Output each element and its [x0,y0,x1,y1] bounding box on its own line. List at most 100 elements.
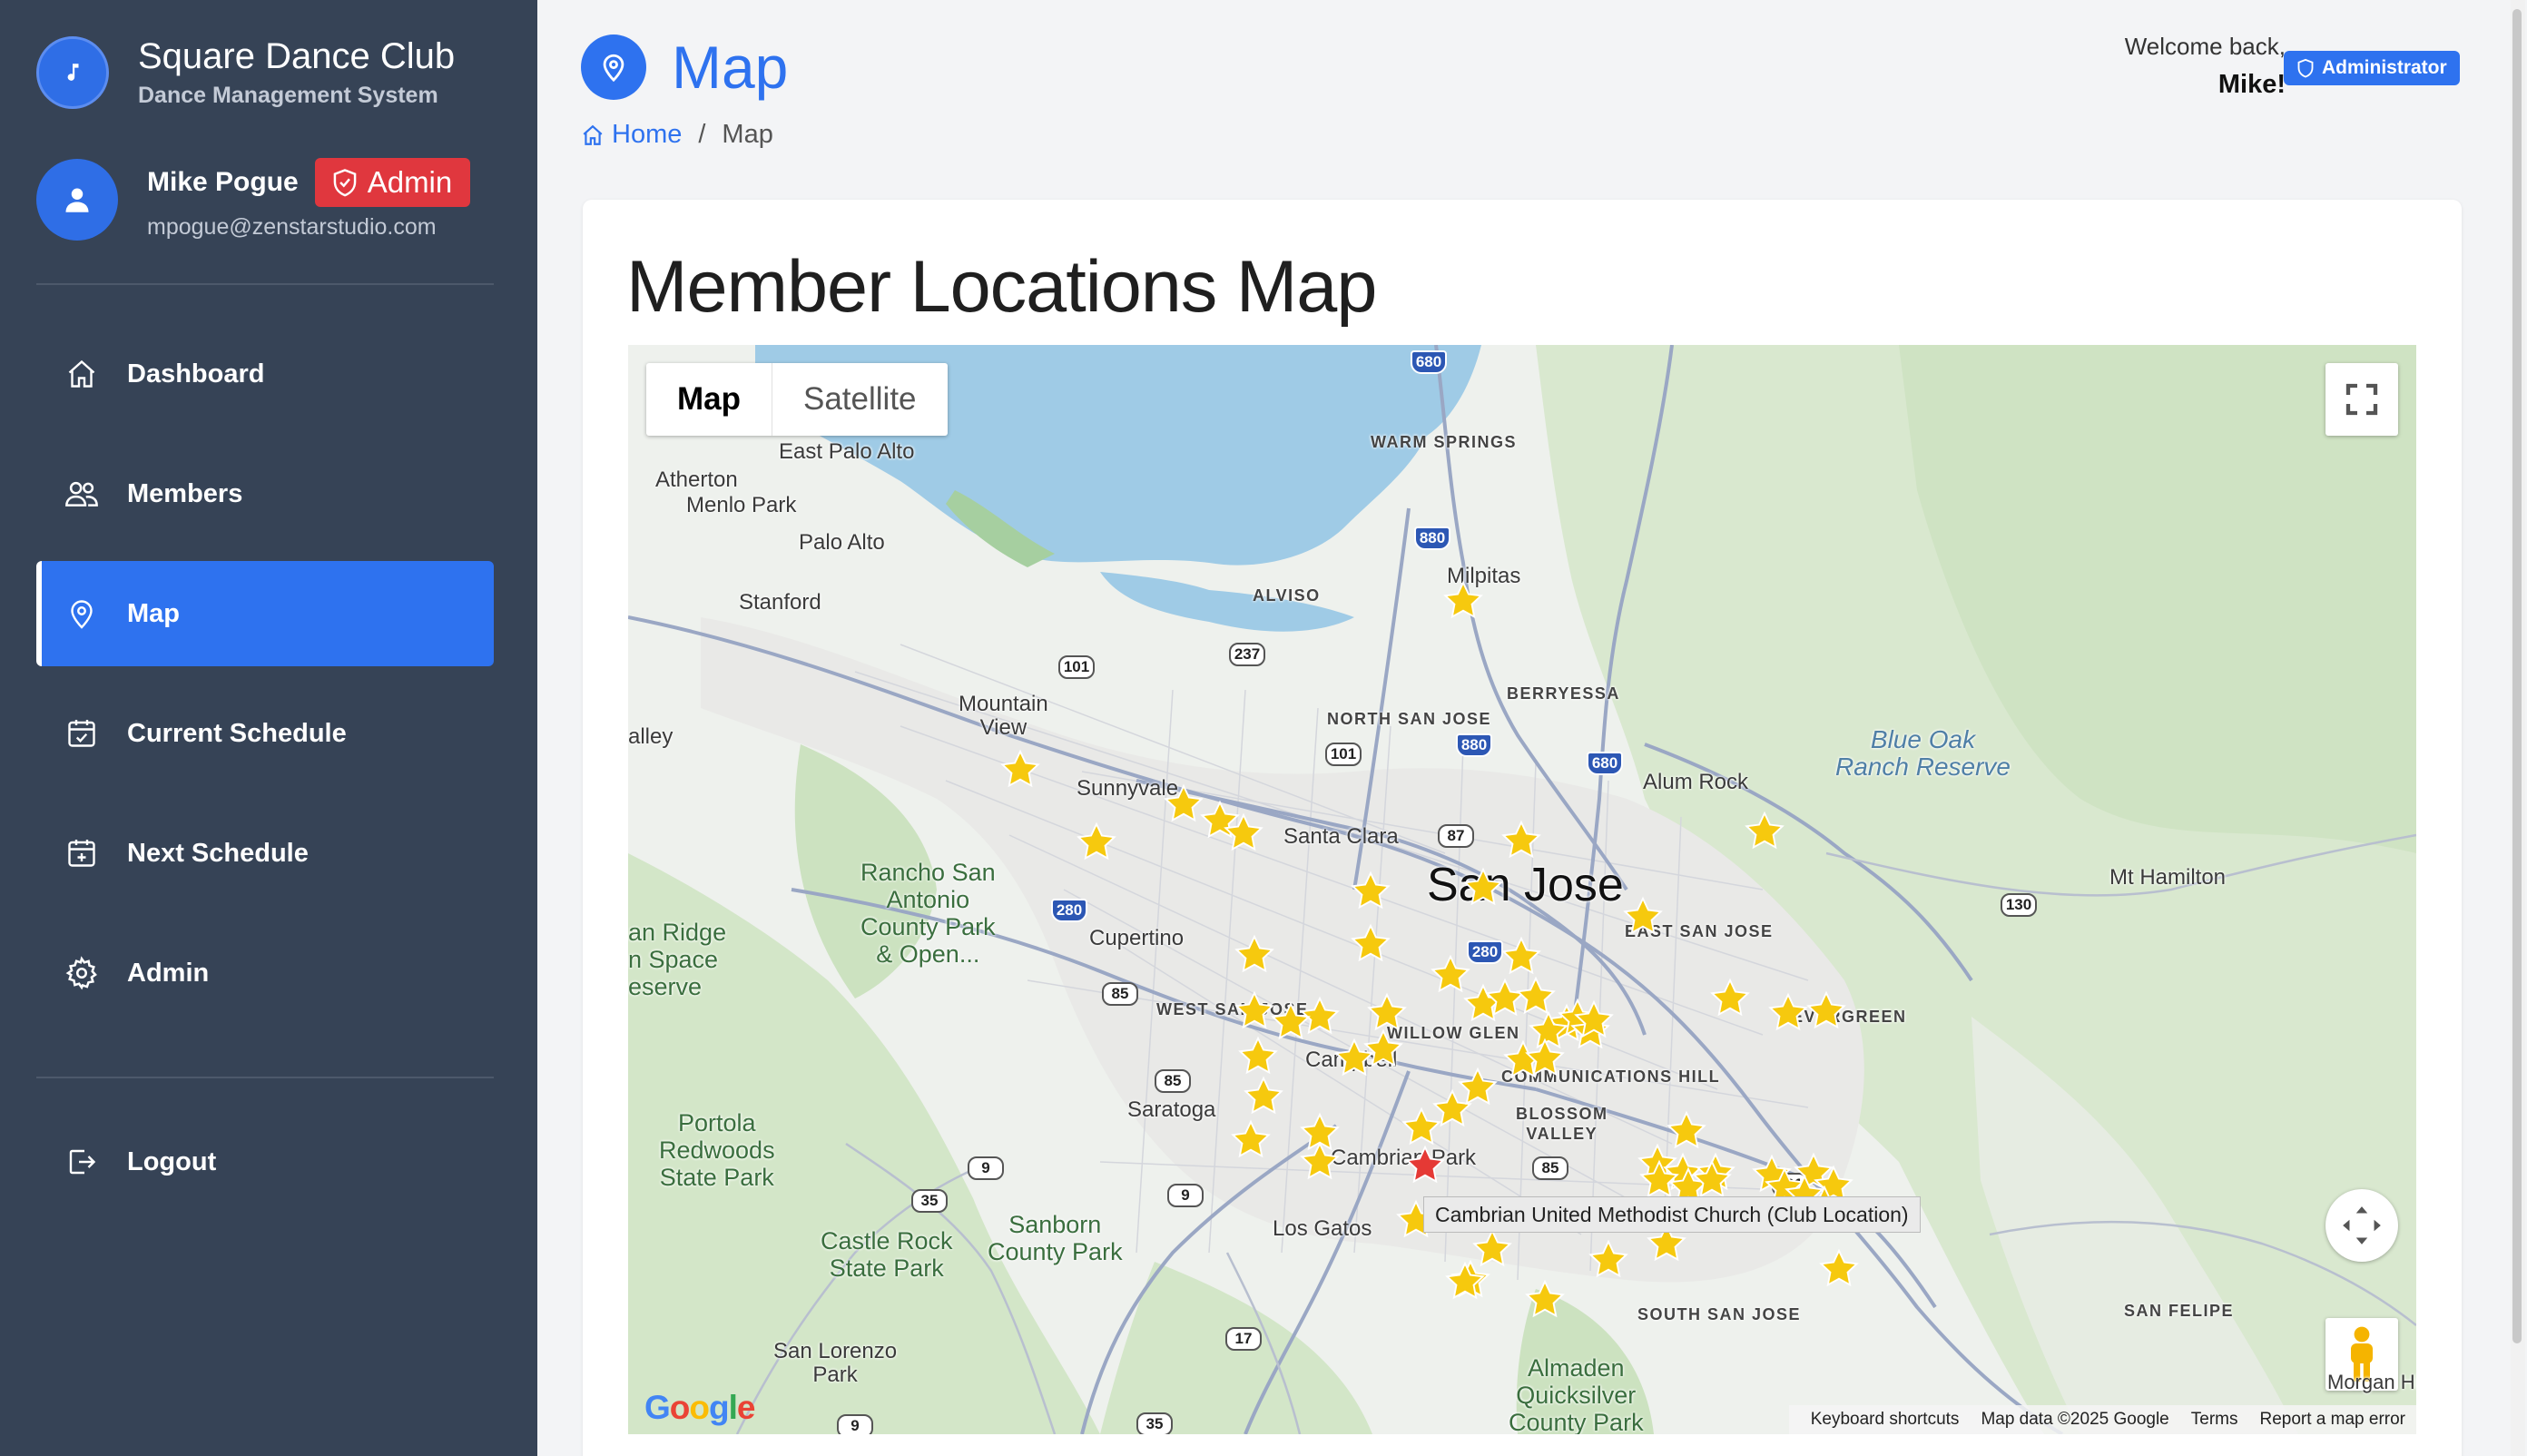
highway-shield: 85 [1155,1069,1191,1093]
member-star-marker[interactable] [1444,1261,1486,1303]
highway-shield: 130 [2001,893,2037,917]
member-star-marker[interactable] [1457,1067,1499,1108]
keyboard-shortcuts-link[interactable]: Keyboard shortcuts [1811,1410,1960,1430]
user-name: Mike Pogue [147,167,299,197]
sidebar: Square Dance Club Dance Management Syste… [0,0,537,1456]
member-star-marker[interactable] [1243,1076,1284,1117]
pan-arrows-icon [2343,1206,2381,1244]
map-data-label: Map data ©2025 Google [1981,1410,2169,1429]
member-locations-map[interactable]: Map Satellite WARM SPRINGS East Palo Alt… [628,345,2416,1434]
breadcrumb-home-link[interactable]: Home [581,120,682,150]
brand-title: Square Dance Club [138,36,456,76]
member-star-marker[interactable] [1076,821,1117,863]
place-label: East Palo Alto [779,439,915,464]
member-star-marker[interactable] [1805,990,1847,1032]
member-star-marker[interactable] [1818,1248,1860,1290]
user-profile: Mike Pogue Admin mpogue@zenstarstudio.co… [36,158,471,241]
administrator-badge: Administrator [2284,51,2460,85]
place-label: Castle Rock State Park [821,1227,953,1282]
member-star-marker[interactable] [1237,1036,1279,1077]
breadcrumb: Home / Map [581,120,773,150]
sidebar-item-label: Next Schedule [127,838,309,868]
home-icon [583,124,603,145]
sidebar-nav: Dashboard Members Map Current Schedule N… [36,321,494,1040]
report-map-error-link[interactable]: Report a map error [2259,1410,2405,1430]
camera-control-button[interactable] [2325,1189,2398,1262]
highway-shield: 101 [1058,655,1095,679]
member-star-marker[interactable] [1234,934,1275,976]
map-type-map-button[interactable]: Map [646,363,772,436]
user-avatar-icon [36,158,118,241]
calendar-plus-icon [64,835,100,871]
member-star-marker[interactable] [1462,867,1504,909]
scrollbar-thumb[interactable] [2512,9,2522,1343]
member-star-marker[interactable] [1588,1239,1629,1281]
highway-shield: 280 [1467,940,1503,964]
member-star-marker[interactable] [1638,1159,1680,1201]
place-label: Cupertino [1089,926,1185,950]
member-star-marker[interactable] [1709,978,1751,1019]
member-star-marker[interactable] [1299,1141,1341,1183]
member-star-marker[interactable] [1622,896,1664,938]
sidebar-item-label: Map [127,598,180,628]
google-logo: Google [644,1389,755,1426]
place-label: Rancho San Antonio County Park & Open... [860,859,996,968]
member-star-marker[interactable] [1500,820,1542,861]
sidebar-item-members[interactable]: Members [36,441,494,546]
member-star-marker[interactable] [1767,992,1809,1034]
member-star-marker[interactable] [1691,1159,1733,1201]
member-star-marker[interactable] [1573,999,1615,1041]
sidebar-item-current-schedule[interactable]: Current Schedule [36,681,494,786]
place-label: Sanborn County Park [988,1211,1123,1265]
member-star-marker[interactable] [1350,923,1391,965]
breadcrumb-home-label: Home [612,120,683,149]
member-star-marker[interactable] [1442,580,1484,622]
place-label: SOUTH SAN JOSE [1637,1305,1802,1323]
music-note-icon [36,36,109,109]
place-label: Saratoga [1127,1097,1216,1122]
page-scrollbar[interactable] [2511,0,2525,1456]
place-label: Mountain View [959,692,1048,740]
gear-icon [64,955,100,991]
place-label: BERRYESSA [1507,684,1620,703]
shield-icon [333,169,357,197]
sidebar-item-map[interactable]: Map [36,561,494,666]
member-star-marker[interactable] [1223,812,1264,854]
place-label: Atherton [655,467,738,492]
member-star-marker[interactable] [1350,871,1391,912]
map-pin-icon [64,595,100,632]
sidebar-item-dashboard[interactable]: Dashboard [36,321,494,427]
highway-shield: 9 [968,1156,1004,1180]
map-type-satellite-button[interactable]: Satellite [772,363,948,436]
welcome-message: Welcome back, Mike! [2125,33,2286,100]
member-star-marker[interactable] [1230,1119,1272,1161]
member-star-marker[interactable] [1524,1038,1566,1079]
fullscreen-button[interactable] [2325,363,2398,436]
place-label: ALVISO [1253,586,1321,605]
welcome-username: Mike! [2217,70,2286,99]
administrator-badge-label: Administrator [2322,57,2447,78]
sidebar-item-admin[interactable]: Admin [36,920,494,1026]
place-label: San Lorenzo Park [773,1339,898,1387]
welcome-text: Welcome back, [2124,33,2286,60]
logout-button[interactable]: Logout [36,1109,494,1215]
place-label: Portola Redwoods State Park [659,1109,775,1191]
member-star-marker[interactable] [1500,936,1542,978]
member-star-marker[interactable] [999,749,1041,791]
users-icon [64,476,100,512]
member-star-marker[interactable] [1524,1279,1566,1321]
highway-shield: 680 [1587,752,1623,775]
admin-role-badge: Admin [314,158,471,207]
member-star-marker[interactable] [1333,1038,1375,1079]
club-location-star-marker[interactable] [1404,1145,1446,1186]
place-label: Blue Oak Ranch Reserve [1835,725,2011,781]
breadcrumb-current: Map [722,120,773,149]
member-star-marker[interactable] [1401,1107,1442,1148]
place-label: Menlo Park [686,493,797,517]
place-label: Palo Alto [799,530,885,555]
sidebar-item-next-schedule[interactable]: Next Schedule [36,801,494,906]
admin-badge-label: Admin [367,165,453,199]
map-attribution: Keyboard shortcuts Map data ©2025 Google… [1788,1405,2416,1434]
terms-link[interactable]: Terms [2191,1410,2238,1430]
member-star-marker[interactable] [1744,811,1785,852]
